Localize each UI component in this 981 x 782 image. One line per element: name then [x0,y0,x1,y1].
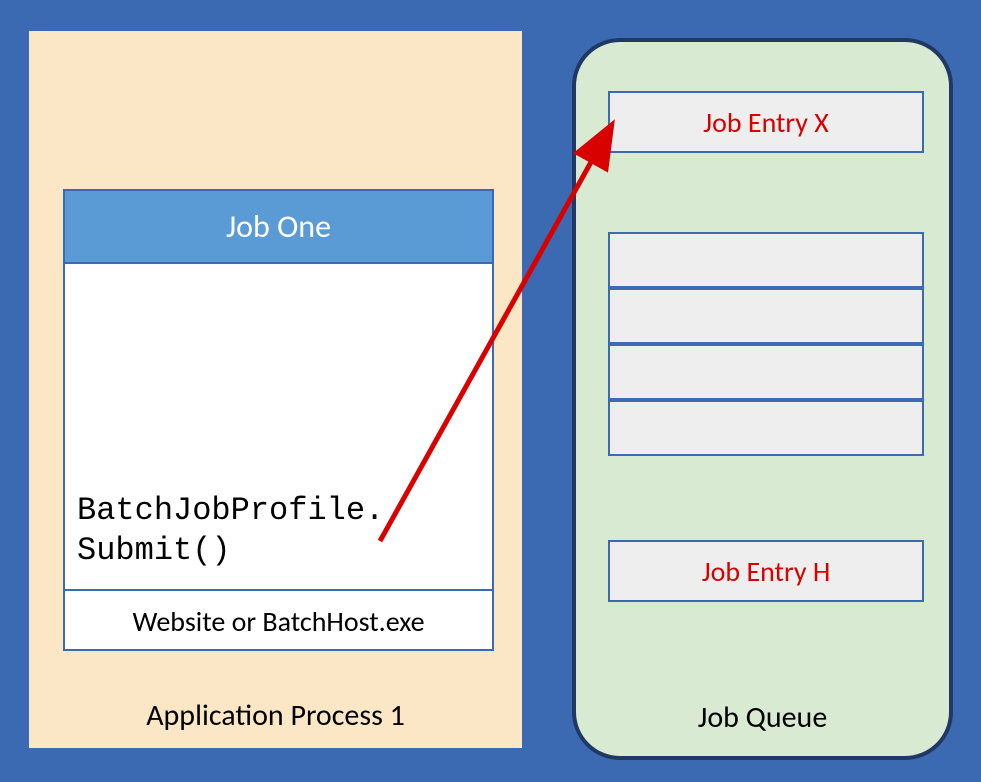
application-process-label: Application Process 1 [29,697,522,734]
job-card-body: BatchJobProfile. Submit() [65,264,492,589]
job-card-footer: Website or BatchHost.exe [65,589,492,651]
queue-entry-x: Job Entry X [608,91,924,153]
queue-slot-empty [608,288,924,344]
job-card-title: Job One [65,191,492,264]
code-snippet: BatchJobProfile. Submit() [77,491,384,571]
job-queue-label: Job Queue [576,699,949,736]
queue-slot-empty [608,400,924,456]
job-card: Job One BatchJobProfile. Submit() Websit… [63,189,494,651]
queue-slot-empty [608,232,924,288]
application-process-box: Job One BatchJobProfile. Submit() Websit… [27,29,524,750]
queue-slot-empty [608,344,924,400]
diagram-canvas: Job One BatchJobProfile. Submit() Websit… [0,0,981,782]
job-queue-box: Job Entry X Job Entry H Job Queue [572,38,953,760]
queue-entry-h: Job Entry H [608,540,924,602]
